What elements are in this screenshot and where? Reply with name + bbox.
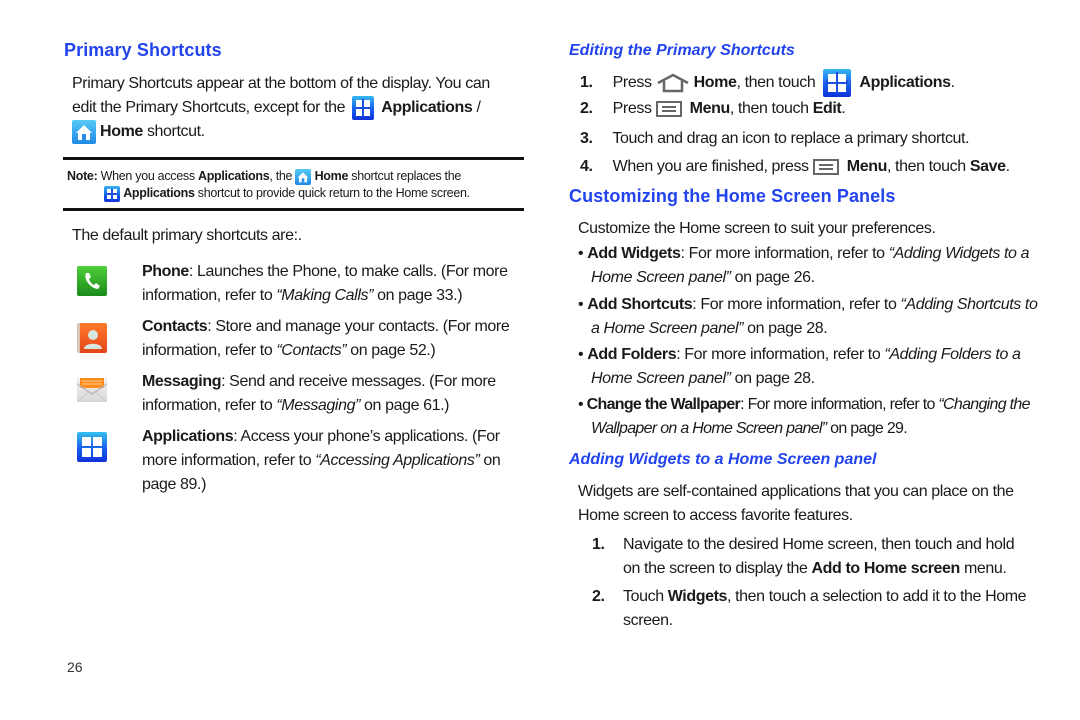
section-title-adding-widgets: Adding Widgets to a Home Screen panel xyxy=(569,451,877,468)
menu-icon xyxy=(812,158,839,175)
bullet-icon: • xyxy=(578,296,588,313)
bullet-icon: • xyxy=(578,396,587,413)
editing-step-4: 4. When you are finished, press Menu, th… xyxy=(580,158,1010,175)
phone-icon xyxy=(77,266,107,296)
messaging-icon xyxy=(76,378,108,403)
bullet-add-widgets: • Add Widgets: For more information, ref… xyxy=(578,245,1030,286)
intro-line-2: edit the Primary Shortcuts, except for t… xyxy=(72,96,532,120)
applications-icon xyxy=(77,432,107,462)
applications-icon xyxy=(823,69,852,97)
home-icon xyxy=(295,168,312,185)
applications-icon xyxy=(352,96,375,120)
bullet-add-folders: • Add Folders: For more information, ref… xyxy=(578,346,1021,387)
bullet-icon: • xyxy=(578,245,588,262)
note-bottom-rule xyxy=(63,208,524,211)
intro-paragraph: Primary Shortcuts appear at the bottom o… xyxy=(72,72,532,145)
note-top-rule xyxy=(63,157,524,160)
contacts-icon xyxy=(77,323,107,353)
adding-step-2: 2. Touch Widgets, then touch a selection… xyxy=(592,588,1027,629)
section-title-editing: Editing the Primary Shortcuts xyxy=(569,42,795,59)
shortcut-item-contacts: Contacts: Store and manage your contacts… xyxy=(142,318,510,359)
home-icon xyxy=(72,120,96,145)
editing-step-3: 3. Touch and drag an icon to replace a p… xyxy=(580,130,970,147)
note-box: Note: When you access Applications, the … xyxy=(67,168,527,202)
section-title-customizing: Customizing the Home Screen Panels xyxy=(569,186,896,206)
bullet-change-wallpaper: • Change the Wallpaper: For more informa… xyxy=(578,396,1031,437)
editing-step-2: 2. Press Menu, then touch Edit. xyxy=(580,100,846,117)
adding-step-1: 1. Navigate to the desired Home screen, … xyxy=(592,536,1015,577)
home-outline-icon xyxy=(656,73,690,93)
section-title-primary-shortcuts: Primary Shortcuts xyxy=(64,40,222,60)
shortcut-item-applications: Applications: Access your phone’s applic… xyxy=(142,428,501,493)
note-line-1: Note: When you access Applications, the … xyxy=(67,168,462,185)
applications-icon xyxy=(104,185,120,202)
menu-icon xyxy=(655,100,682,117)
adding-intro: Widgets are self-contained applications … xyxy=(578,483,1014,524)
intro-line-3: Home shortcut. xyxy=(72,120,532,145)
customizing-intro: Customize the Home screen to suit your p… xyxy=(578,220,936,237)
shortcut-item-messaging: Messaging: Send and receive messages. (F… xyxy=(142,373,496,414)
page-number: 26 xyxy=(67,659,83,675)
default-shortcuts-label: The default primary shortcuts are:. xyxy=(72,227,302,244)
intro-line-1: Primary Shortcuts appear at the bottom o… xyxy=(72,75,490,92)
note-line-2: Applications shortcut to provide quick r… xyxy=(67,185,527,202)
bullet-add-shortcuts: • Add Shortcuts: For more information, r… xyxy=(578,296,1038,337)
bullet-icon: • xyxy=(578,346,588,363)
shortcut-item-phone: Phone: Launches the Phone, to make calls… xyxy=(142,263,508,304)
editing-step-1: 1. Press Home, then touch Applications. xyxy=(580,69,1050,97)
